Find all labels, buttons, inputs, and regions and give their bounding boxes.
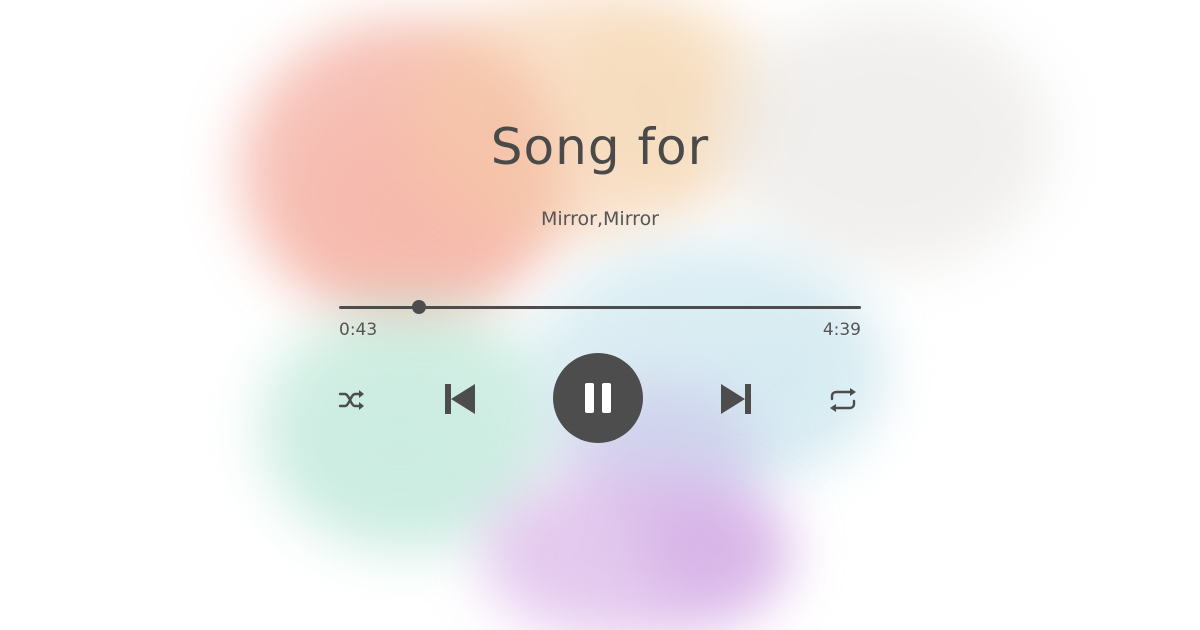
watercolor-purple-dark xyxy=(640,490,790,610)
next-track-button[interactable] xyxy=(716,378,756,420)
skip-previous-icon xyxy=(445,384,475,414)
repeat-icon xyxy=(830,388,856,412)
song-title: Song for xyxy=(490,118,710,176)
total-time: 4:39 xyxy=(822,320,861,340)
repeat-button[interactable] xyxy=(826,384,860,416)
pause-icon xyxy=(585,383,611,413)
pause-button[interactable] xyxy=(553,353,643,443)
skip-next-icon xyxy=(721,384,751,414)
elapsed-time: 0:43 xyxy=(339,320,378,340)
artist-name: Mirror,Mirror xyxy=(541,208,659,230)
shuffle-button[interactable] xyxy=(336,384,368,416)
previous-track-button[interactable] xyxy=(440,378,480,420)
music-player-screen: Song for Mirror,Mirror 0:43 4:39 xyxy=(0,0,1200,630)
progress-bar[interactable] xyxy=(339,300,861,314)
shuffle-icon xyxy=(338,390,364,410)
